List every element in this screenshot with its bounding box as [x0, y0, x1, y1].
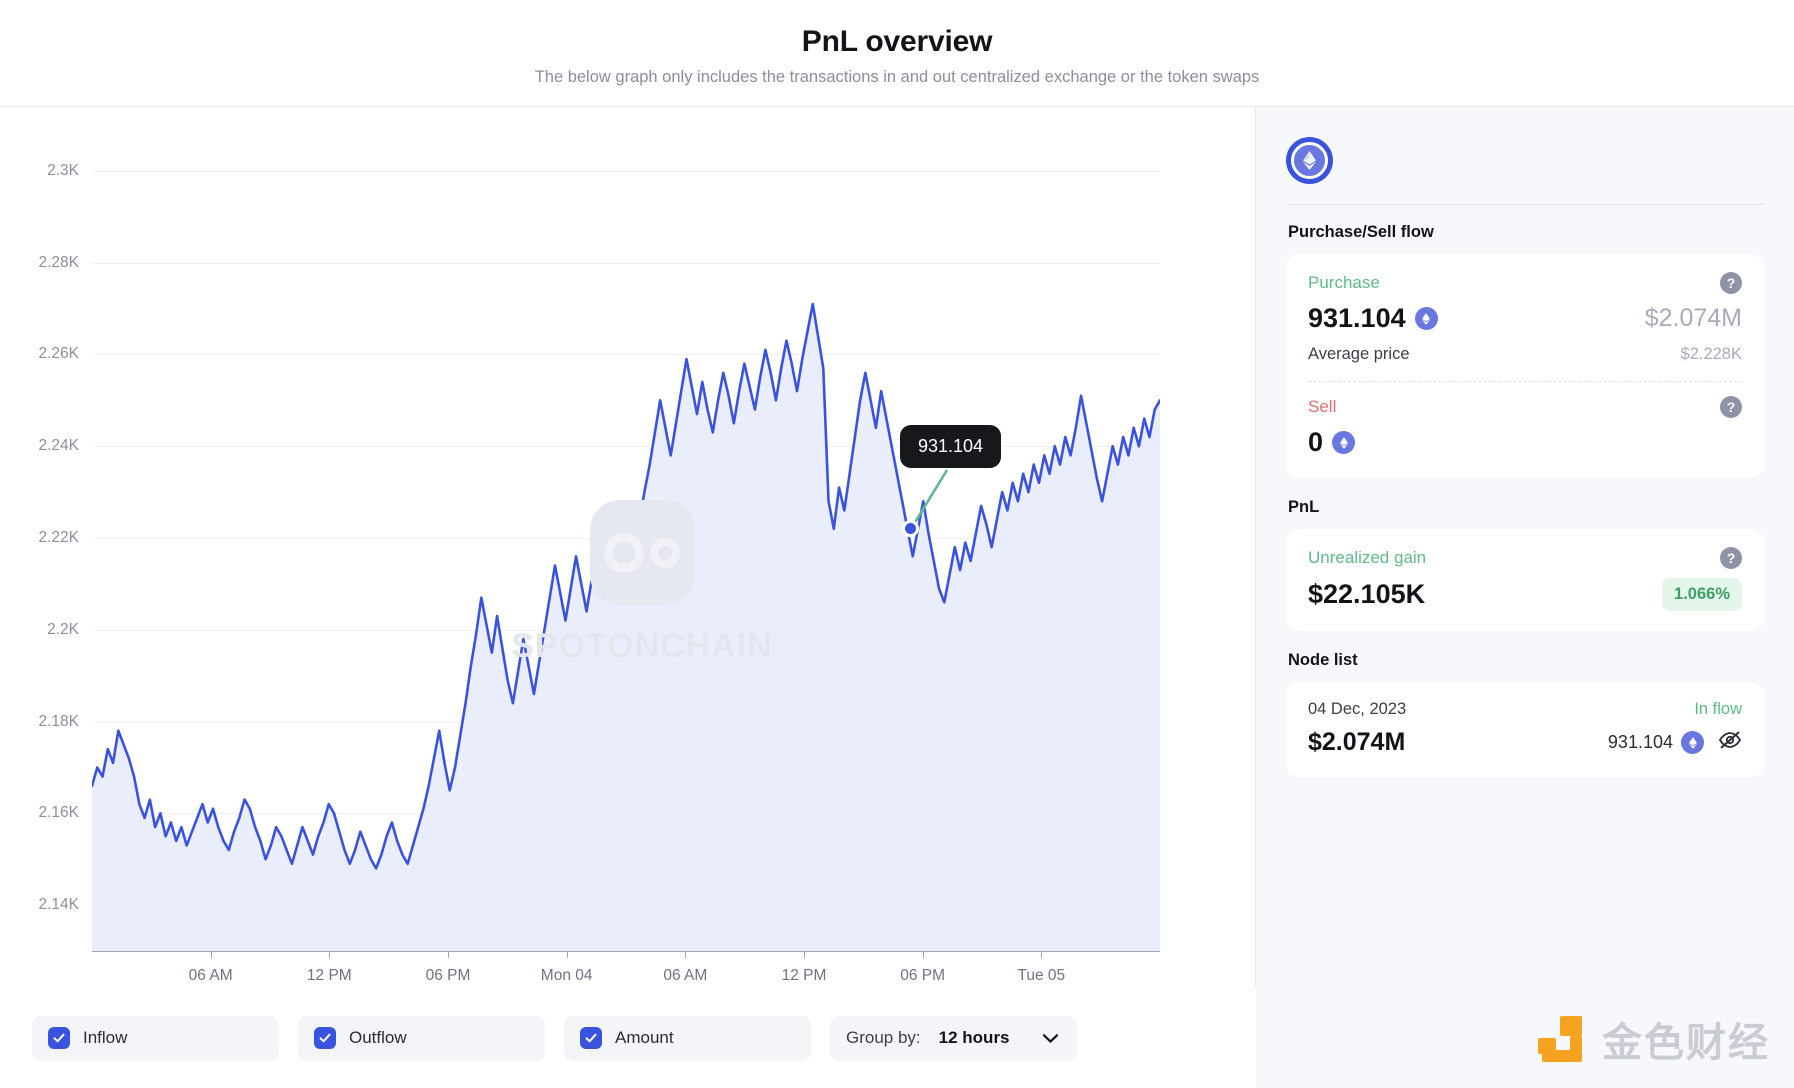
y-axis-tick-label: 2.14K	[38, 896, 79, 914]
node-qty-wrap: 931.104	[1608, 730, 1742, 755]
purchase-sell-card: Purchase ? 931.104 $2.074M Average price	[1286, 254, 1764, 478]
toggle-inflow[interactable]: Inflow	[32, 1015, 279, 1061]
x-axis-tick-mark	[1041, 951, 1043, 958]
purchase-amount-wrap: 931.104	[1308, 303, 1438, 334]
y-axis-tick-label: 2.22K	[38, 529, 79, 546]
outflow-checkbox[interactable]	[314, 1027, 336, 1049]
x-axis-tick-mark	[329, 951, 331, 958]
pnl-section-title: PnL	[1288, 498, 1320, 516]
x-axis-tick-label: 06 PM	[900, 967, 946, 984]
eye-off-icon[interactable]	[1718, 730, 1742, 755]
chart-toolbar: Inflow Outflow Amount Group by: 12 hours	[0, 988, 1256, 1088]
y-axis-tick-label: 2.26K	[38, 345, 79, 363]
price-series	[92, 302, 1160, 951]
x-axis-tick-mark	[685, 951, 687, 958]
unrealized-gain-label: Unrealized gain	[1308, 548, 1427, 567]
pnl-help-icon[interactable]: ?	[1720, 547, 1742, 569]
x-axis-tick-label: 06 PM	[425, 967, 471, 984]
toggle-outflow[interactable]: Outflow	[298, 1015, 545, 1061]
x-axis-tick-label: 12 PM	[781, 967, 827, 984]
y-axis-tick-label: 2.28K	[38, 253, 79, 271]
series-area	[92, 303, 1160, 951]
node-date: 04 Dec, 2023	[1308, 700, 1407, 718]
inflow-label: Inflow	[83, 1028, 128, 1047]
group-by-label: Group by:	[846, 1028, 921, 1047]
y-axis-tick-label: 2.24K	[38, 437, 79, 455]
chevron-down-icon[interactable]	[1042, 1028, 1059, 1048]
purchase-value-row: 931.104 $2.074M	[1308, 303, 1742, 334]
sell-help-icon[interactable]: ?	[1720, 396, 1742, 418]
average-price-label: Average price	[1308, 345, 1410, 363]
brand-logo: 金色财经	[1534, 1010, 1770, 1068]
ethereum-token-icon	[1414, 307, 1438, 330]
x-axis-tick-mark	[448, 951, 449, 958]
average-price-value: $2.228K	[1680, 345, 1742, 363]
sell-amount-wrap: 0	[1308, 427, 1356, 458]
unrealized-header-row: Unrealized gain ?	[1308, 547, 1742, 569]
y-axis-tick-label: 2.2K	[47, 620, 79, 638]
x-axis-tick-mark	[210, 951, 212, 958]
x-axis-line	[92, 951, 1160, 952]
x-axis-tick-mark	[922, 951, 924, 958]
chart-tooltip-point[interactable]	[902, 520, 919, 537]
unrealized-gain-value: $22.105K	[1308, 579, 1426, 609]
card-dashed-divider	[1308, 381, 1742, 382]
amount-label: Amount	[615, 1028, 674, 1047]
node-usd-amount: $2.074M	[1308, 728, 1406, 756]
brand-mark-icon	[1534, 1012, 1588, 1066]
x-axis-tick-mark	[566, 951, 568, 958]
average-price-row: Average price $2.228K	[1308, 345, 1742, 364]
inflow-checkbox[interactable]	[48, 1027, 70, 1049]
purchase-usd: $2.074M	[1644, 304, 1742, 332]
sell-amount: 0	[1308, 427, 1324, 457]
node-qty-group: 931.104	[1608, 731, 1704, 754]
outflow-label: Outflow	[349, 1028, 407, 1047]
main-content: 2.3K 2.28K 2.26K 2.24K 2.22K 2.2K 2.18K 2.16K 2.…	[0, 107, 1794, 1088]
y-axis-tick-label: 2.18K	[38, 712, 79, 730]
sell-header-row: Sell ?	[1308, 396, 1742, 418]
plot-area: 2.3K 2.28K 2.26K 2.24K 2.22K 2.2K 2.18K 2.16K 2.…	[38, 125, 1160, 1037]
node-list-section-title: Node list	[1288, 651, 1358, 669]
x-axis-tick-label: Mon 04	[540, 967, 593, 984]
node-row-header: 04 Dec, 2023 In flow	[1308, 700, 1742, 719]
node-row-values: $2.074M 931.104	[1308, 728, 1742, 757]
x-axis-tick-label: 06 AM	[663, 967, 708, 984]
x-axis-tick-label: 12 PM	[306, 967, 352, 984]
ethereum-token-icon	[1332, 431, 1356, 454]
x-axis-tick-label: 06 AM	[188, 967, 233, 984]
group-by-select[interactable]: Group by: 12 hours	[830, 1015, 1077, 1061]
unrealized-value-row: $22.105K 1.066%	[1308, 578, 1742, 611]
purchase-amount: 931.104	[1308, 303, 1406, 333]
page-header: PnL overview The below graph only includ…	[0, 0, 1794, 107]
ethereum-icon-inner	[1291, 142, 1328, 179]
toggle-amount[interactable]: Amount	[564, 1015, 811, 1061]
purchase-sell-section-title: Purchase/Sell flow	[1288, 223, 1434, 241]
pnl-card: Unrealized gain ? $22.105K 1.066%	[1286, 529, 1764, 631]
amount-checkbox[interactable]	[580, 1027, 602, 1049]
y-axis-tick-label: 2.3K	[47, 161, 79, 179]
token-header	[1286, 125, 1764, 204]
node-list-card: 04 Dec, 2023 In flow $2.074M 931.104	[1286, 682, 1764, 777]
ethereum-icon	[1286, 137, 1333, 184]
x-axis-tick-mark	[804, 951, 805, 958]
sidebar-divider	[1286, 204, 1764, 205]
purchase-label: Purchase	[1308, 273, 1380, 292]
node-quantity: 931.104	[1607, 732, 1673, 752]
page-subtitle: The below graph only includes the transa…	[534, 68, 1260, 86]
chart-panel: 2.3K 2.28K 2.26K 2.24K 2.22K 2.2K 2.18K 2.16K 2.…	[0, 107, 1256, 1088]
brand-name: 金色财经	[1602, 1021, 1770, 1065]
page-title: PnL overview	[801, 25, 993, 58]
purchase-header-row: Purchase ?	[1308, 272, 1742, 294]
ethereum-token-icon	[1681, 731, 1704, 754]
sell-value-row: 0	[1308, 427, 1742, 458]
unrealized-gain-percent: 1.066%	[1662, 578, 1742, 611]
sell-label: Sell	[1308, 397, 1337, 416]
y-axis-tick-label: 2.16K	[38, 804, 79, 822]
chart-tooltip: 931.104	[900, 425, 1002, 468]
x-axis-tick-label: Tue 05	[1017, 967, 1066, 984]
detail-sidebar: Purchase/Sell flow Purchase ? 931.104 $2…	[1256, 107, 1794, 1088]
group-by-value: 12 hours	[938, 1028, 1010, 1047]
purchase-help-icon[interactable]: ?	[1720, 272, 1742, 294]
node-flow-label: In flow	[1694, 700, 1742, 718]
